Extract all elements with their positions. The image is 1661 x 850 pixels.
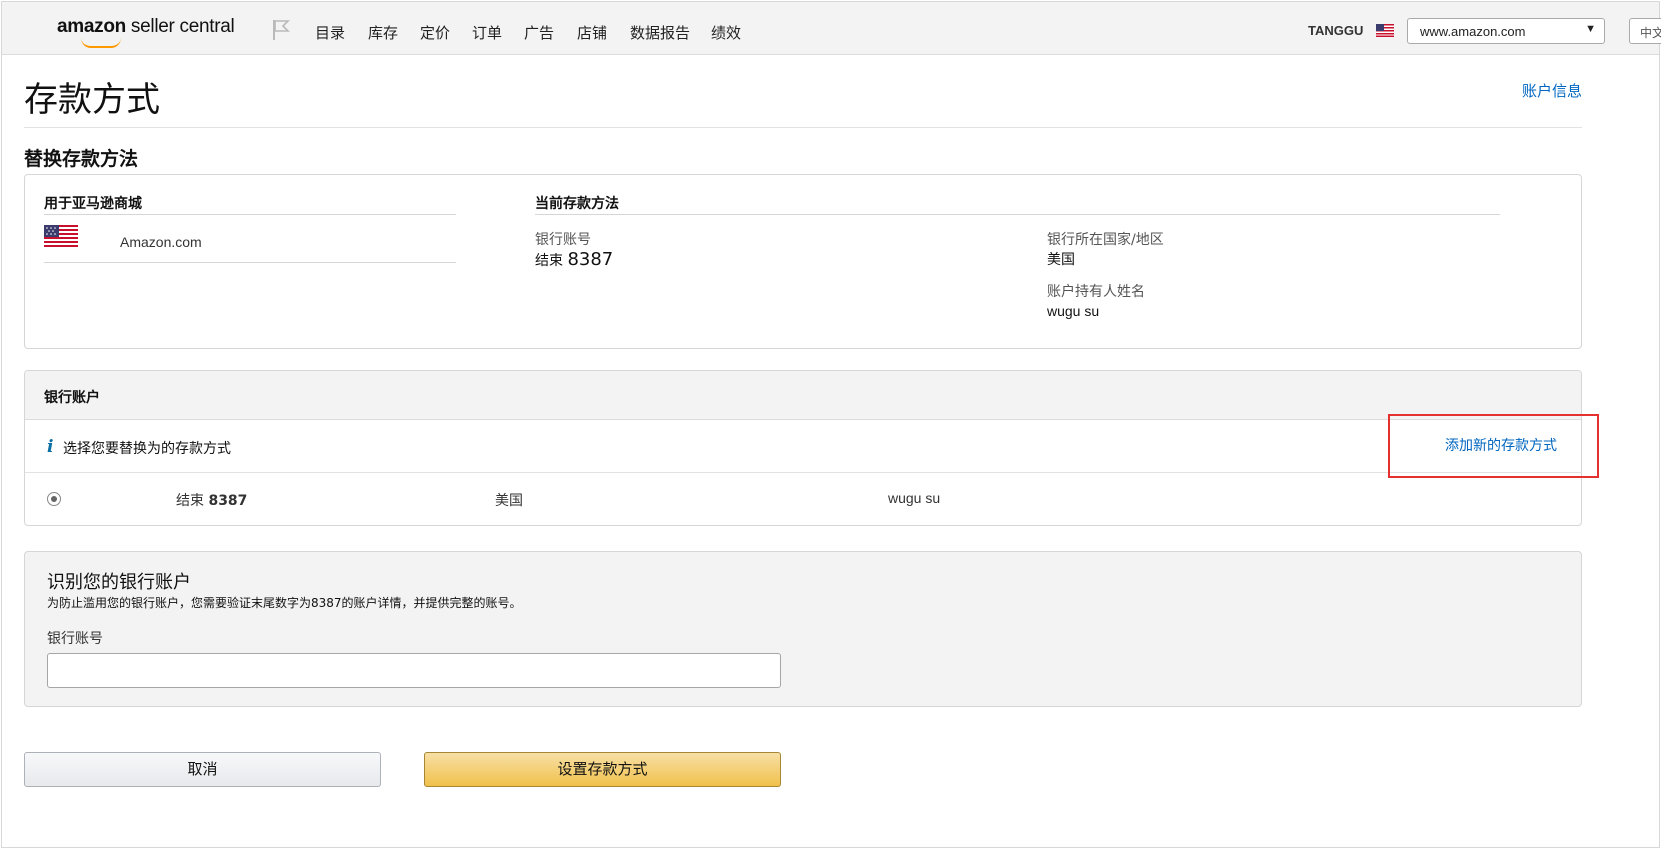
current-method-heading: 当前存款方法 [535, 196, 619, 212]
nav-catalog[interactable]: 目录 [315, 22, 345, 43]
top-navigation-bar: amazon seller central 目录 库存 定价 订单 广告 店铺 … [2, 2, 1661, 55]
row-ending: 结束 8387 [176, 490, 247, 510]
marketplace-heading: 用于亚马逊商城 [44, 196, 142, 212]
bank-account-ending: 结束 8387 [535, 249, 613, 270]
language-select-value: 中文 [1640, 26, 1661, 40]
divider [535, 214, 1500, 215]
bank-account-label: 银行账号 [535, 232, 591, 248]
divider [44, 262, 456, 263]
bank-country-label: 银行所在国家/地区 [1047, 232, 1164, 248]
amazon-smile-icon [81, 38, 121, 48]
bank-accounts-panel: 银行账户 i 选择您要替换为的存款方式 添加新的存款方式 结束 8387 美国 … [24, 370, 1582, 526]
section-title: 替换存款方法 [24, 148, 139, 170]
logo-seller-central-text: seller central [125, 16, 235, 37]
nav-orders[interactable]: 订单 [472, 22, 502, 43]
account-info-link[interactable]: 账户信息 [1522, 80, 1582, 101]
language-select[interactable]: 中文 [1629, 18, 1661, 44]
holder-label: 账户持有人姓名 [1047, 284, 1145, 300]
bank-account-number-input[interactable] [47, 653, 781, 688]
flag-icon[interactable] [272, 19, 290, 41]
us-flag-icon [1376, 24, 1394, 37]
set-deposit-method-button[interactable]: 设置存款方式 [424, 752, 781, 787]
current-method-panel: 用于亚马逊商城 Amazon.com 当前存款方法 银行账号 结束 8387 银… [24, 174, 1582, 349]
row-country: 美国 [495, 493, 523, 509]
seller-central-logo[interactable]: amazon seller central [57, 16, 235, 48]
marketplace-select[interactable]: www.amazon.com ▼ [1407, 18, 1605, 44]
marketplace-select-value: www.amazon.com [1420, 24, 1526, 39]
bank-accounts-header: 银行账户 [25, 371, 1581, 420]
verify-description: 为防止滥用您的银行账户，您需要验证末尾数字为8387的账户详情，并提供完整的账号… [47, 596, 522, 610]
account-radio[interactable] [47, 492, 61, 506]
nav-reports[interactable]: 数据报告 [630, 22, 690, 43]
divider [44, 214, 456, 215]
nav-stores[interactable]: 店铺 [577, 22, 607, 43]
row-ending-prefix: 结束 [176, 493, 204, 509]
row-holder: wugu su [888, 490, 941, 506]
info-icon: i [47, 437, 54, 457]
nav-pricing[interactable]: 定价 [420, 22, 450, 43]
divider [24, 127, 1582, 128]
cancel-button[interactable]: 取消 [24, 752, 381, 787]
us-flag-icon [44, 225, 78, 249]
bank-country-value: 美国 [1047, 252, 1075, 268]
row-ending-digits: 8387 [208, 493, 248, 509]
nav-performance[interactable]: 绩效 [711, 22, 741, 43]
ending-digits: 8387 [567, 249, 614, 270]
info-text: 选择您要替换为的存款方式 [63, 441, 231, 457]
verify-panel: 识别您的银行账户 为防止滥用您的银行账户，您需要验证末尾数字为8387的账户详情… [24, 551, 1582, 707]
verify-title: 识别您的银行账户 [47, 572, 191, 593]
store-name: TANGGU [1308, 23, 1364, 38]
ending-prefix: 结束 [535, 253, 563, 269]
marketplace-name: Amazon.com [120, 234, 202, 250]
holder-value: wugu su [1047, 303, 1100, 319]
nav-inventory[interactable]: 库存 [368, 22, 398, 43]
bank-account-field-label: 银行账号 [47, 631, 103, 647]
divider [25, 472, 1581, 473]
nav-advertising[interactable]: 广告 [524, 22, 554, 43]
bank-accounts-heading: 银行账户 [44, 390, 100, 406]
logo-amazon-text: amazon [57, 16, 126, 37]
chevron-down-icon: ▼ [1585, 23, 1596, 35]
highlight-box [1388, 414, 1599, 478]
page-title: 存款方式 [24, 80, 160, 120]
